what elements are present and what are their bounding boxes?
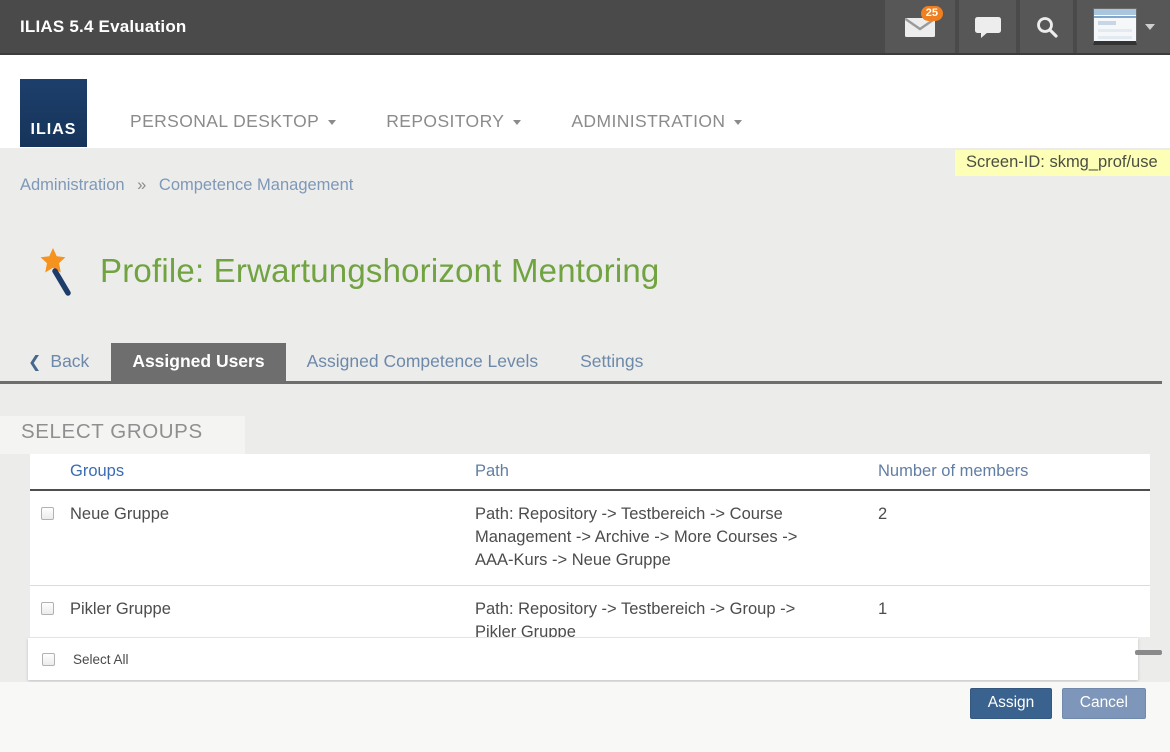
table-body: Neue Gruppe Path: Repository -> Testbere… <box>30 491 1150 637</box>
nav-repository[interactable]: REPOSITORY <box>386 111 521 132</box>
mail-count-badge: 25 <box>921 6 943 21</box>
select-all-checkbox[interactable] <box>42 653 55 666</box>
competence-profile-icon <box>38 248 72 296</box>
user-menu-button[interactable] <box>1077 0 1170 53</box>
chevron-down-icon <box>1145 24 1155 30</box>
logo-text: ILIAS <box>31 121 77 139</box>
content-area: Administration » Competence Management P… <box>0 148 1170 682</box>
chat-icon <box>974 15 1002 39</box>
row-checkbox-neue-gruppe[interactable] <box>41 507 54 520</box>
select-all-bar: Select All <box>28 638 1138 680</box>
breadcrumb-administration[interactable]: Administration <box>20 176 125 194</box>
topbar: ILIAS 5.4 Evaluation 25 <box>0 0 1170 55</box>
tab-assigned-competence-levels[interactable]: Assigned Competence Levels <box>286 343 560 381</box>
column-header-groups[interactable]: Groups <box>70 462 124 480</box>
table-header-row: Groups Path Number of members <box>30 454 1150 491</box>
table-row: Neue Gruppe Path: Repository -> Testbere… <box>30 491 1150 586</box>
chat-button[interactable] <box>959 0 1016 53</box>
tab-bar: ❮ Back Assigned Users Assigned Competenc… <box>0 343 1162 384</box>
group-member-count: 1 <box>878 598 1150 637</box>
nav-label: PERSONAL DESKTOP <box>130 111 319 132</box>
tab-settings[interactable]: Settings <box>559 343 664 381</box>
back-label: Back <box>50 351 89 372</box>
nav-administration[interactable]: ADMINISTRATION <box>571 111 742 132</box>
group-name: Neue Gruppe <box>70 503 475 572</box>
page-header: Profile: Erwartungshorizont Mentoring <box>38 248 1170 298</box>
breadcrumb-separator: » <box>137 176 146 194</box>
column-header-members: Number of members <box>878 462 1150 481</box>
section-title: SELECT GROUPS <box>21 420 203 444</box>
back-button[interactable]: ❮ Back <box>10 351 111 381</box>
group-member-count: 2 <box>878 503 1150 572</box>
breadcrumb-competence-management[interactable]: Competence Management <box>159 176 353 194</box>
app-title: ILIAS 5.4 Evaluation <box>0 17 187 37</box>
screen-id-badge: Screen-ID: skmg_prof/use <box>955 150 1170 176</box>
tab-assigned-users[interactable]: Assigned Users <box>111 343 285 381</box>
mail-button[interactable]: 25 <box>885 0 955 53</box>
search-button[interactable] <box>1020 0 1073 53</box>
group-path: Path: Repository -> Testbereich -> Group… <box>475 598 878 637</box>
action-bar: Assign Cancel <box>0 682 1170 752</box>
nav-personal-desktop[interactable]: PERSONAL DESKTOP <box>130 111 336 132</box>
group-path: Path: Repository -> Testbereich -> Cours… <box>475 503 878 572</box>
page-title: Profile: Erwartungshorizont Mentoring <box>100 248 660 294</box>
nav-label: ADMINISTRATION <box>571 111 725 132</box>
chevron-left-icon: ❮ <box>28 352 41 372</box>
group-name: Pikler Gruppe <box>70 598 475 637</box>
cancel-button[interactable]: Cancel <box>1062 688 1146 719</box>
select-all-label: Select All <box>73 652 129 667</box>
scrollbar-thumb[interactable] <box>1135 650 1162 655</box>
column-header-path: Path <box>475 462 878 481</box>
row-checkbox-pikler-gruppe[interactable] <box>41 602 54 615</box>
search-icon <box>1035 15 1059 39</box>
chevron-down-icon <box>513 120 521 125</box>
assign-button[interactable]: Assign <box>970 688 1053 719</box>
ilias-logo[interactable]: ILIAS <box>20 79 87 147</box>
main-nav: PERSONAL DESKTOP REPOSITORY ADMINISTRATI… <box>130 111 792 132</box>
masthead: ILIAS PERSONAL DESKTOP REPOSITORY ADMINI… <box>0 55 1170 148</box>
avatar <box>1093 8 1137 45</box>
chevron-down-icon <box>328 120 336 125</box>
section-header: SELECT GROUPS <box>0 416 1170 454</box>
nav-label: REPOSITORY <box>386 111 504 132</box>
groups-table: Groups Path Number of members Neue Grupp… <box>30 454 1150 637</box>
chevron-down-icon <box>734 120 742 125</box>
table-row: Pikler Gruppe Path: Repository -> Testbe… <box>30 586 1150 637</box>
topbar-icons: 25 <box>881 0 1170 53</box>
